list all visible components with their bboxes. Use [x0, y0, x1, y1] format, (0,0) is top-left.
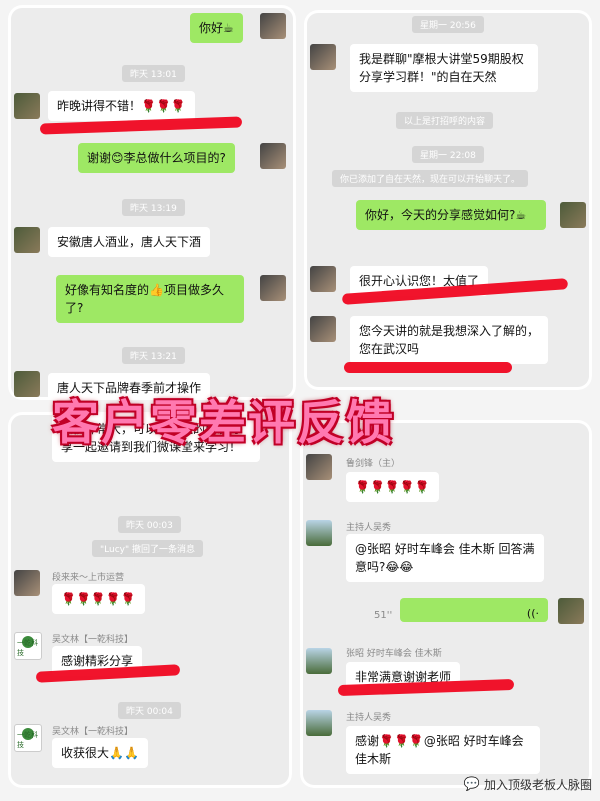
avatar[interactable]	[260, 13, 286, 39]
voice-wave-icon: ((·	[526, 607, 539, 620]
voice-message[interactable]: ((·	[400, 598, 548, 622]
message-bubble[interactable]: 你好，今天的分享感觉如何?☕	[356, 200, 546, 230]
sender-name: 主持人吴秀	[346, 523, 392, 533]
avatar[interactable]	[306, 710, 332, 736]
chat-panel-2: 星期一 20:56 我是群聊"摩根大讲堂59期股权分享学习群！"的自在天然 以上…	[304, 10, 592, 390]
red-underline-mark	[344, 362, 512, 373]
message-bubble[interactable]: 谢谢😊李总做什么项目的?	[78, 143, 235, 173]
timestamp: 昨天 13:19	[122, 199, 185, 216]
avatar[interactable]	[306, 520, 332, 546]
avatar[interactable]: 一乾科技	[14, 724, 42, 752]
message-bubble[interactable]: @张昭 好时车峰会 佳木斯 回答满意吗?😂😂	[346, 534, 544, 582]
avatar[interactable]	[260, 275, 286, 301]
chat-icon: 💬	[463, 777, 480, 792]
sender-name: 吴文林【一乾科技】	[52, 635, 134, 645]
message-bubble[interactable]: 昨晚讲得不错！🌹🌹🌹	[48, 91, 195, 121]
message-bubble[interactable]: 你好☕	[190, 13, 243, 43]
timestamp: 昨天 13:01	[122, 65, 185, 82]
message-bubble[interactable]: 我是群聊"摩根大讲堂59期股权分享学习群！"的自在天然	[350, 44, 538, 92]
timestamp: 昨天 13:21	[122, 347, 185, 364]
avatar[interactable]	[14, 371, 40, 397]
message-bubble[interactable]: 感谢🌹🌹🌹@张昭 好时车峰会 佳木斯	[346, 726, 540, 774]
voice-duration: 51''	[374, 610, 393, 621]
system-notice: 以上是打招呼的内容	[396, 112, 494, 129]
message-bubble[interactable]: 🌹🌹🌹🌹🌹	[346, 472, 439, 502]
message-bubble[interactable]: 收获很大🙏🙏	[52, 738, 148, 768]
chat-panel-1: 你好☕ 昨天 13:01 昨晚讲得不错！🌹🌹🌹 谢谢😊李总做什么项目的? 昨天 …	[8, 5, 296, 400]
timestamp: 星期一 20:56	[412, 16, 484, 33]
logo-text: 一乾科技	[17, 731, 38, 749]
footer-text: 加入顶级老板人脉圈	[483, 778, 592, 792]
sender-name: 段来来～上市运营	[52, 573, 125, 583]
avatar[interactable]	[260, 143, 286, 169]
sender-name: 吴文林【一乾科技】	[52, 727, 134, 737]
logo-text: 一乾科技	[17, 639, 38, 657]
sender-name: 鲁剑锋（主）	[346, 459, 401, 469]
chat-panel-3: 收获非常大，可以帮身边的朋友分享一起邀请到我们微课堂来学习！ 昨天 00:03 …	[8, 412, 292, 788]
timestamp: 昨天 00:03	[118, 516, 181, 533]
timestamp: 昨天 00:04	[118, 702, 181, 719]
message-bubble[interactable]: 🌹🌹🌹🌹🌹	[52, 584, 145, 614]
timestamp: 星期一 22:08	[412, 146, 484, 163]
avatar[interactable]	[14, 570, 40, 596]
avatar[interactable]	[306, 454, 332, 480]
message-bubble[interactable]: 您今天讲的就是我想深入了解的，您在武汉吗	[350, 316, 548, 364]
avatar[interactable]	[560, 202, 586, 228]
avatar[interactable]	[310, 44, 336, 70]
avatar[interactable]	[14, 93, 40, 119]
sender-name: 主持人吴秀	[346, 713, 392, 723]
message-bubble[interactable]: 好像有知名度的👍项目做多久了?	[56, 275, 244, 323]
avatar[interactable]	[558, 598, 584, 624]
message-bubble[interactable]: 安徽唐人酒业，唐人天下酒	[48, 227, 211, 257]
headline-overlay: 客户零差评反馈	[52, 396, 395, 451]
avatar[interactable]	[14, 227, 40, 253]
chat-panel-4: 鲁剑锋（主） 🌹🌹🌹🌹🌹 主持人吴秀 @张昭 好时车峰会 佳木斯 回答满意吗?😂…	[300, 420, 592, 788]
avatar[interactable]: 一乾科技	[14, 632, 42, 660]
sender-name: 张昭 好时车峰会 佳木斯	[346, 649, 442, 659]
system-notice: "Lucy" 撤回了一条消息	[92, 540, 203, 557]
avatar[interactable]	[306, 648, 332, 674]
footer-watermark: 💬 加入顶级老板人脉圈	[464, 776, 592, 793]
avatar[interactable]	[310, 266, 336, 292]
avatar[interactable]	[310, 316, 336, 342]
system-notice: 你已添加了自在天然，现在可以开始聊天了。	[332, 170, 529, 187]
